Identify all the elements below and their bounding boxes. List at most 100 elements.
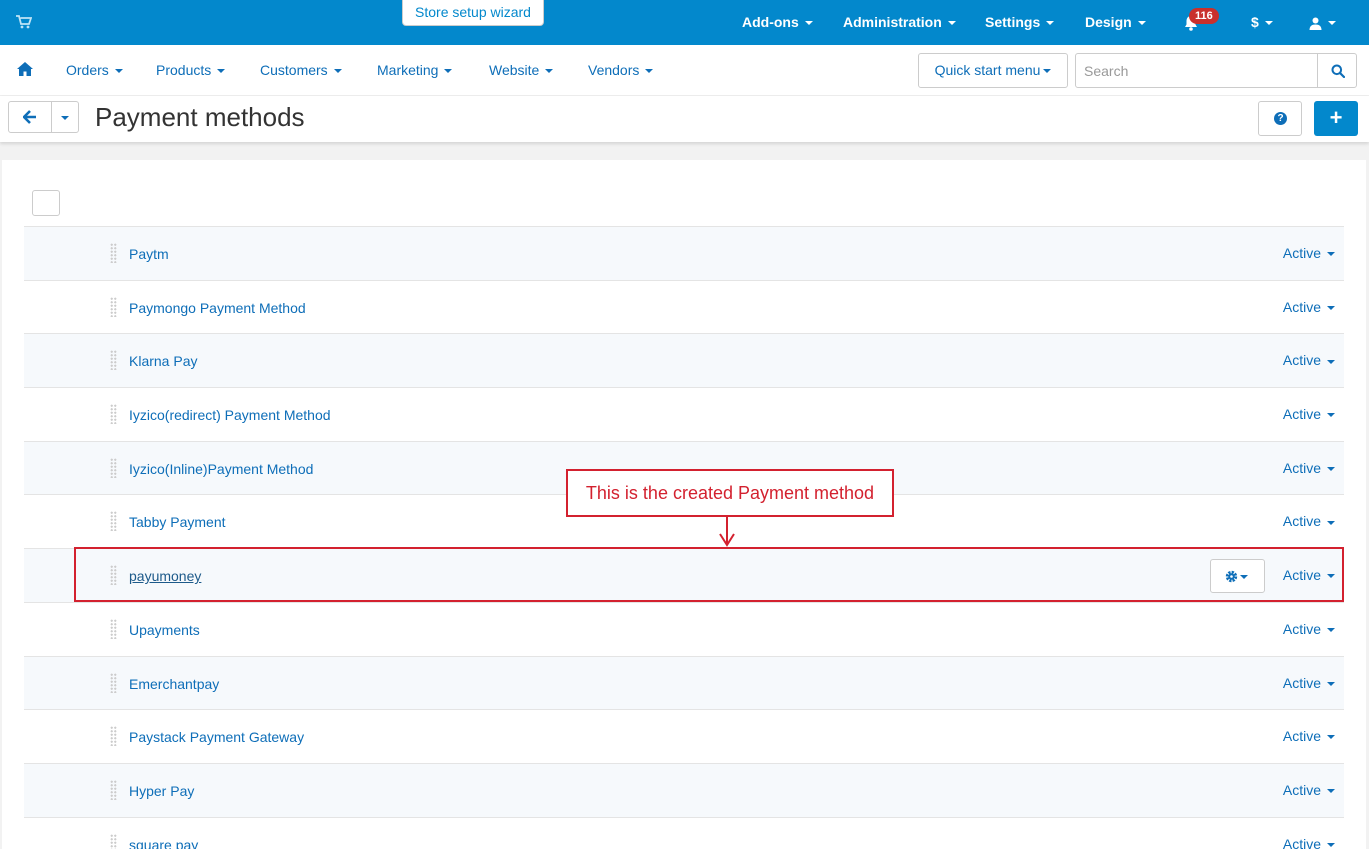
chevron-down-icon — [1137, 21, 1146, 26]
currency-menu[interactable]: $ — [1251, 0, 1273, 45]
chevron-down-icon — [545, 69, 554, 74]
payment-method-name-link[interactable]: Klarna Pay — [129, 334, 197, 388]
add-payment-method-button[interactable]: + — [1314, 101, 1358, 136]
list-item[interactable]: Upayments Active — [24, 601, 1344, 657]
status-dropdown[interactable]: Active — [1283, 603, 1335, 655]
help-button[interactable]: ? — [1258, 101, 1302, 136]
status-dropdown[interactable]: Active — [1283, 227, 1335, 279]
chevron-down-icon — [947, 21, 956, 26]
payment-method-name-link[interactable]: Emerchantpay — [129, 657, 219, 711]
status-dropdown[interactable]: Active — [1283, 495, 1335, 547]
chevron-down-icon — [1327, 735, 1335, 740]
store-setup-wizard-button[interactable]: Store setup wizard — [402, 0, 544, 26]
payment-method-name-link[interactable]: Iyzico(Inline)Payment Method — [129, 442, 313, 496]
drag-handle-icon[interactable] — [110, 350, 117, 371]
chevron-down-icon — [444, 69, 453, 74]
payment-method-name-link[interactable]: square pay — [129, 818, 198, 849]
user-icon — [1309, 17, 1322, 30]
nav-products[interactable]: Products — [156, 45, 226, 95]
status-dropdown[interactable]: Active — [1283, 764, 1335, 816]
menu-design[interactable]: Design — [1085, 0, 1146, 45]
notification-badge: 116 — [1189, 8, 1219, 24]
user-menu[interactable] — [1309, 0, 1336, 45]
chevron-down-icon — [1327, 628, 1335, 633]
payment-method-name-link[interactable]: Upayments — [129, 603, 200, 657]
menu-addons[interactable]: Add-ons — [742, 0, 813, 45]
cart-icon[interactable] — [16, 15, 32, 29]
nav-vendors[interactable]: Vendors — [588, 45, 654, 95]
drag-handle-icon[interactable] — [110, 511, 117, 532]
nav-orders[interactable]: Orders — [66, 45, 123, 95]
back-button[interactable] — [8, 101, 52, 133]
chevron-down-icon — [1327, 681, 1335, 686]
chevron-down-icon — [1327, 252, 1335, 257]
chevron-down-icon — [1046, 21, 1055, 26]
chevron-down-icon — [1327, 413, 1335, 418]
top-bar: Store setup wizard Add-ons Administratio… — [0, 0, 1369, 45]
list-item[interactable]: Hyper Pay Active — [24, 762, 1344, 818]
search-button[interactable] — [1317, 53, 1357, 88]
status-dropdown[interactable]: Active — [1283, 388, 1335, 440]
payment-methods-list: Paytm Active Paymongo Payment Method Active… — [24, 226, 1344, 849]
page-title: Payment methods — [95, 102, 305, 132]
payment-method-name-link[interactable]: Paystack Payment Gateway — [129, 710, 304, 764]
list-item[interactable]: Paystack Payment Gateway Active — [24, 709, 1344, 763]
chevron-down-icon — [1043, 69, 1052, 74]
chevron-down-icon — [1327, 359, 1335, 364]
title-bar: Payment methods ? + — [0, 96, 1369, 142]
drag-handle-icon[interactable] — [110, 779, 117, 800]
drag-handle-icon[interactable] — [110, 726, 117, 747]
chevron-down-icon — [217, 69, 226, 74]
payment-method-name-link[interactable]: Paymongo Payment Method — [129, 281, 306, 335]
home-icon[interactable] — [17, 62, 33, 76]
chevron-down-icon — [114, 69, 123, 74]
menu-administration[interactable]: Administration — [843, 0, 956, 45]
main-navigation: Orders Products Customers Marketing Webs… — [0, 45, 1369, 96]
list-item[interactable]: square pay Active — [24, 816, 1344, 849]
drag-handle-icon[interactable] — [110, 672, 117, 693]
list-item[interactable]: Klarna Pay Active — [24, 333, 1344, 388]
search-input[interactable] — [1075, 53, 1318, 88]
plus-icon: + — [1329, 105, 1343, 130]
help-icon: ? — [1274, 112, 1287, 125]
back-dropdown-button[interactable] — [51, 101, 79, 133]
chevron-down-icon — [1264, 21, 1273, 26]
chevron-down-icon — [645, 69, 654, 74]
drag-handle-icon[interactable] — [110, 243, 117, 263]
search-icon — [1331, 64, 1345, 78]
status-dropdown[interactable]: Active — [1283, 281, 1335, 333]
list-item[interactable]: Emerchantpay Active — [24, 655, 1344, 711]
drag-handle-icon[interactable] — [110, 296, 117, 317]
select-all-checkbox[interactable] — [32, 190, 60, 216]
chevron-down-icon — [1327, 789, 1335, 794]
nav-marketing[interactable]: Marketing — [377, 45, 453, 95]
drag-handle-icon[interactable] — [110, 833, 117, 849]
list-item[interactable]: Iyzico(redirect) Payment Method Active — [24, 387, 1344, 441]
chevron-down-icon — [1327, 842, 1335, 847]
annotation-highlight-box — [74, 547, 1344, 602]
status-dropdown[interactable]: Active — [1283, 818, 1335, 849]
list-item[interactable]: Paytm Active — [24, 226, 1344, 280]
payment-method-name-link[interactable]: Tabby Payment — [129, 495, 226, 549]
payment-method-name-link[interactable]: Paytm — [129, 227, 169, 281]
chevron-down-icon — [1327, 520, 1335, 525]
payment-method-name-link[interactable]: Iyzico(redirect) Payment Method — [129, 388, 331, 442]
quick-start-menu-button[interactable]: Quick start menu — [918, 53, 1068, 88]
nav-website[interactable]: Website — [489, 45, 554, 95]
chevron-down-icon — [804, 21, 813, 26]
status-dropdown[interactable]: Active — [1283, 657, 1335, 709]
annotation-arrow-icon — [719, 533, 735, 547]
status-dropdown[interactable]: Active — [1283, 442, 1335, 494]
menu-settings[interactable]: Settings — [985, 0, 1055, 45]
status-dropdown[interactable]: Active — [1283, 710, 1335, 762]
chevron-down-icon — [61, 116, 69, 121]
arrow-left-icon — [23, 110, 36, 124]
status-dropdown[interactable]: Active — [1283, 334, 1335, 386]
drag-handle-icon[interactable] — [110, 457, 117, 478]
drag-handle-icon[interactable] — [110, 404, 117, 425]
nav-customers[interactable]: Customers — [260, 45, 342, 95]
chevron-down-icon — [1328, 21, 1336, 26]
payment-method-name-link[interactable]: Hyper Pay — [129, 764, 194, 818]
drag-handle-icon[interactable] — [110, 618, 117, 639]
list-item[interactable]: Paymongo Payment Method Active — [24, 279, 1344, 335]
